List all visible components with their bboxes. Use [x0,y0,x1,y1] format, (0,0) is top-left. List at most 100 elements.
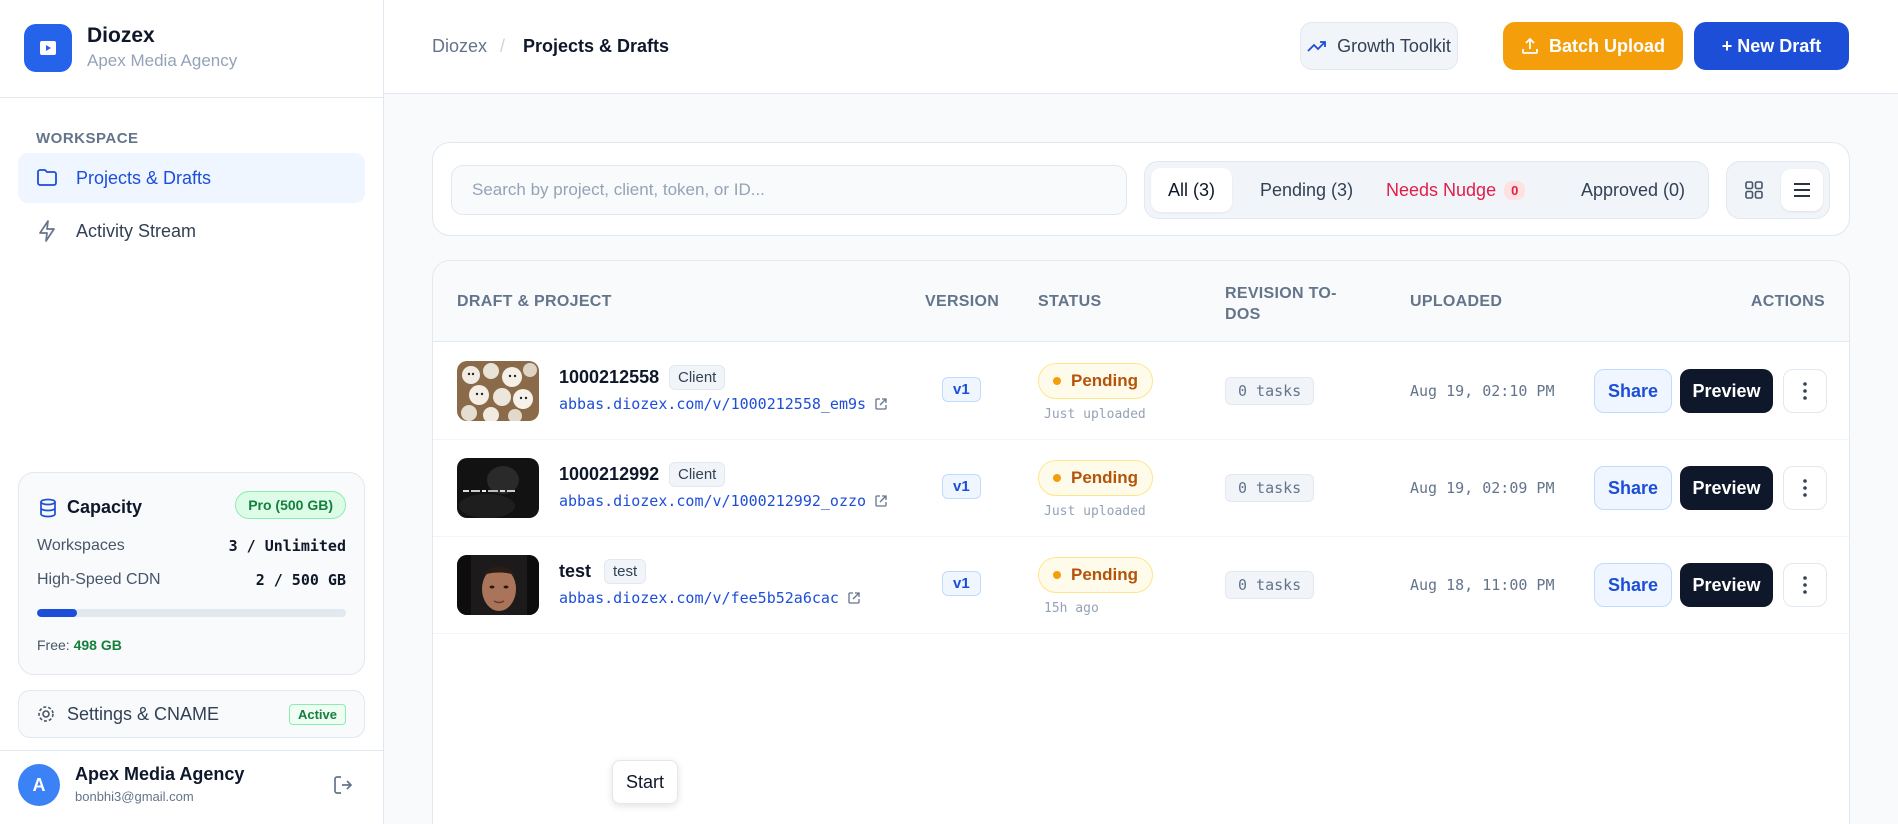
client-tag: test [604,559,647,584]
status-dot [1053,377,1061,385]
batch-upload-button[interactable]: Batch Upload [1503,22,1683,70]
external-link-icon [847,591,861,605]
settings-cname-button[interactable]: Settings & CNAME Active [18,690,365,738]
search-input[interactable] [451,165,1127,215]
count-badge: 0 [1504,180,1526,200]
sidebar-item-label: Projects & Drafts [76,167,212,188]
draft-name[interactable]: test [559,561,591,582]
client-tag: Client [669,462,726,487]
new-draft-button[interactable]: + New Draft [1694,22,1849,70]
status-badge: Pending [1038,363,1154,399]
draft-link[interactable]: abbas.diozex.com/v/1000212992_ozzo [559,492,888,510]
tab-all[interactable]: All (3) [1151,168,1233,212]
video-thumbnail[interactable] [457,555,539,615]
more-options-icon[interactable] [1783,563,1827,607]
user-email: bonbhi3@gmail.com [75,789,194,804]
cdn-usage-fill [37,609,78,617]
status-dot [1053,474,1061,482]
sidebar-item-activity-stream[interactable]: Activity Stream [18,206,365,256]
table-header: DRAFT & PROJECT VERSION STATUS REVISION … [433,261,1849,342]
uploaded-time: Aug 19, 02:09 PM [1410,479,1555,497]
breadcrumb-root[interactable]: Diozex [432,36,487,57]
preview-button[interactable]: Preview [1680,369,1773,413]
free-space: Free: 498 GB [37,637,122,653]
top-header: Diozex / Projects & Drafts Growth Toolki… [384,0,1898,94]
share-button[interactable]: Share [1594,369,1672,413]
sidebar: Diozex Apex Media Agency WORKSPACE Proje… [0,0,384,824]
uploaded-time: Aug 18, 11:00 PM [1410,576,1555,594]
status-badge: Pending [1038,460,1154,496]
revision-tasks-badge: 0 tasks [1225,571,1315,599]
column-header-uploaded: UPLOADED [1410,293,1503,310]
version-badge: v1 [942,571,981,596]
upload-icon [1521,37,1539,55]
more-options-icon[interactable] [1783,369,1827,413]
workspaces-row: Workspaces 3 / Unlimited [37,537,346,555]
status-subtext: 15h ago [1044,601,1099,616]
brand-header: Diozex Apex Media Agency [0,0,383,98]
sidebar-item-label: Activity Stream [76,220,197,241]
external-link-icon [874,494,888,508]
sidebar-item-projects-drafts[interactable]: Projects & Drafts [18,153,365,203]
growth-toolkit-button[interactable]: Growth Toolkit [1300,22,1458,70]
tab-approved[interactable]: Approved (0) [1564,168,1702,212]
revision-tasks-badge: 0 tasks [1225,474,1315,502]
brand-logo[interactable] [24,24,72,72]
status-subtext: Just uploaded [1044,504,1146,519]
tab-pending[interactable]: Pending (3) [1243,168,1370,212]
external-link-icon [874,397,888,411]
uploaded-time: Aug 19, 02:10 PM [1410,382,1555,400]
status-badge: Active [288,704,346,725]
column-header-revision: REVISION TO-DOS [1225,285,1337,323]
more-options-icon[interactable] [1783,466,1827,510]
draft-link[interactable]: abbas.diozex.com/v/1000212558_em9s [559,395,888,413]
grid-view-icon[interactable] [1733,169,1775,211]
capacity-card: Capacity Pro (500 GB) Workspaces 3 / Unl… [18,472,365,675]
table-row[interactable]: test test abbas.diozex.com/v/fee5b52a6ca… [433,537,1849,634]
list-view-icon[interactable] [1781,169,1823,211]
preview-button[interactable]: Preview [1680,563,1773,607]
version-badge: v1 [942,474,981,499]
lightning-icon [36,220,58,242]
start-tooltip[interactable]: Start [612,760,679,804]
cdn-usage-bar [37,609,346,617]
share-button[interactable]: Share [1594,563,1672,607]
column-header-actions: ACTIONS [1750,293,1825,310]
draft-link[interactable]: abbas.diozex.com/v/fee5b52a6cac [559,589,861,607]
trending-up-icon [1307,39,1327,53]
cdn-row: High-Speed CDN 2 / 500 GB [37,571,346,589]
status-tabs: All (3) Pending (3) Needs Nudge 0 Approv… [1144,161,1709,219]
divider [0,750,383,751]
table-row[interactable]: 1000212992 Client abbas.diozex.com/v/100… [433,440,1849,537]
column-header-version: VERSION [925,293,1000,310]
gear-icon [37,705,55,723]
status-dot [1053,571,1061,579]
logout-icon[interactable] [332,774,354,796]
play-icon [40,41,56,55]
view-toggle [1726,161,1830,219]
brand-subtitle: Apex Media Agency [87,51,238,70]
draft-name[interactable]: 1000212992 [559,464,659,485]
drafts-table: DRAFT & PROJECT VERSION STATUS REVISION … [432,260,1850,824]
page-title: Projects & Drafts [523,36,670,56]
capacity-title: Capacity [39,497,142,518]
column-header-draft: DRAFT & PROJECT [457,293,612,310]
tab-needs-nudge[interactable]: Needs Nudge 0 [1369,168,1542,212]
table-row[interactable]: 1000212558 Client abbas.diozex.com/v/100… [433,343,1849,440]
video-thumbnail[interactable] [457,361,539,421]
database-icon [39,498,57,518]
status-badge: Pending [1038,557,1154,593]
video-thumbnail[interactable] [457,458,539,518]
preview-button[interactable]: Preview [1680,466,1773,510]
filter-bar: All (3) Pending (3) Needs Nudge 0 Approv… [432,142,1850,236]
avatar[interactable]: A [18,764,60,806]
workspace-section-label: WORKSPACE [36,130,139,147]
column-header-status: STATUS [1038,293,1102,310]
draft-name[interactable]: 1000212558 [559,367,659,388]
status-subtext: Just uploaded [1044,407,1146,422]
share-button[interactable]: Share [1594,466,1672,510]
version-badge: v1 [942,377,981,402]
breadcrumb-separator: / [500,36,506,56]
revision-tasks-badge: 0 tasks [1225,377,1315,405]
brand-name: Diozex [87,24,155,47]
